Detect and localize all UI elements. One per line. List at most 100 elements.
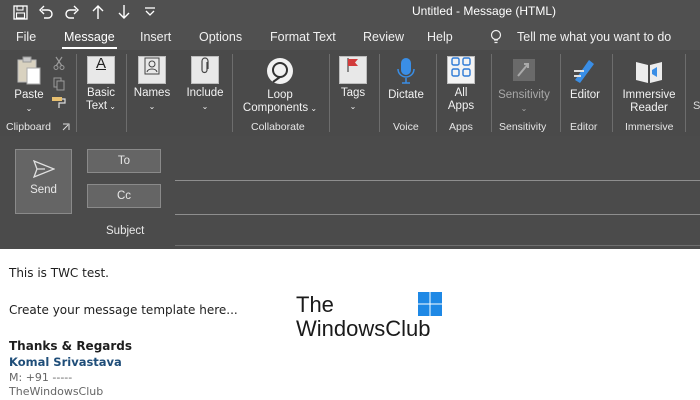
lightbulb-icon <box>490 29 502 44</box>
all-apps-label-1: All <box>454 87 468 99</box>
group-voice-label: Voice <box>393 121 419 133</box>
ribbon-overflow-indicator[interactable]: S <box>693 100 700 112</box>
basic-text-button[interactable]: A Basic Text ⌄ <box>84 56 118 113</box>
immersive-reader-button[interactable]: Immersive Reader <box>618 56 680 115</box>
ribbon-separator <box>126 54 127 132</box>
tags-button[interactable]: Tags ⌄ <box>336 56 370 113</box>
body-line-2: Create your message template here... <box>9 303 238 317</box>
names-label: Names <box>133 87 171 99</box>
basic-text-label-2: Text <box>85 100 108 112</box>
ribbon-separator <box>685 54 686 132</box>
all-apps-label-2: Apps <box>447 100 475 112</box>
signature-regards: Thanks & Regards <box>9 339 133 353</box>
tab-options[interactable]: Options <box>199 30 242 44</box>
up-arrow-icon[interactable] <box>88 2 108 22</box>
title-bar: Untitled - Message (HTML) <box>0 0 700 24</box>
menu-tabs: File Message Insert Options Format Text … <box>0 24 700 50</box>
tab-help[interactable]: Help <box>427 30 453 44</box>
send-button[interactable]: Send <box>15 149 72 214</box>
message-body[interactable]: This is TWC test. Create your message te… <box>0 249 700 400</box>
microphone-icon <box>397 58 415 84</box>
signature-company: TheWindowsClub <box>9 385 104 398</box>
to-label: To <box>117 155 131 167</box>
names-button[interactable]: Names ⌄ <box>133 56 171 113</box>
group-collaborate-label: Collaborate <box>251 121 305 133</box>
redo-icon[interactable] <box>62 2 82 22</box>
ribbon-separator <box>560 54 561 132</box>
chevron-down-icon: ⌄ <box>520 104 528 113</box>
group-apps-label: Apps <box>449 121 473 133</box>
signature-name: Komal Srivastava <box>9 355 122 369</box>
group-editor-label: Editor <box>570 121 598 133</box>
ribbon-separator <box>379 54 380 132</box>
windows-logo-icon <box>418 292 442 316</box>
logo-text-the: The <box>296 292 334 317</box>
tab-insert[interactable]: Insert <box>140 30 171 44</box>
chevron-down-icon: ⌄ <box>201 102 209 111</box>
compose-header: Send To Cc Subject <box>0 136 700 249</box>
paste-label: Paste <box>14 89 44 101</box>
paperclip-icon <box>191 56 219 84</box>
paste-button[interactable]: Paste ⌄ <box>12 56 46 115</box>
include-button[interactable]: Include ⌄ <box>184 56 226 113</box>
loop-components-button[interactable]: Loop Components ⌄ <box>238 56 322 115</box>
chevron-down-icon: ⌄ <box>25 104 33 113</box>
format-painter-icon[interactable] <box>51 96 67 110</box>
editor-label: Editor <box>569 89 601 101</box>
window-title: Untitled - Message (HTML) <box>412 4 557 18</box>
logo-text-windowsclub: WindowsClub <box>296 316 431 341</box>
cc-field[interactable] <box>175 214 700 215</box>
sensitivity-button[interactable]: Sensitivity ⌄ <box>496 56 552 115</box>
subject-label: Subject <box>106 225 145 237</box>
chevron-down-icon: ⌄ <box>148 102 156 111</box>
ribbon-separator <box>436 54 437 132</box>
dialog-launcher-icon[interactable] <box>62 123 70 131</box>
ribbon-separator <box>232 54 233 132</box>
ribbon: Paste ⌄ Clipboard A Basic Text ⌄ Names ⌄… <box>0 50 700 136</box>
tab-message[interactable]: Message <box>62 30 117 49</box>
tags-label: Tags <box>340 87 366 99</box>
sensitivity-label: Sensitivity <box>498 89 550 101</box>
dictate-label: Dictate <box>388 89 424 101</box>
copy-icon[interactable] <box>53 77 65 91</box>
tab-format-text[interactable]: Format Text <box>270 30 336 44</box>
tab-file[interactable]: File <box>16 30 36 44</box>
basic-text-label-1: Basic <box>86 87 116 99</box>
loop-label-1: Loop <box>267 89 293 101</box>
signature-phone: M: +91 ----- <box>9 371 73 384</box>
ribbon-separator <box>491 54 492 132</box>
tab-review[interactable]: Review <box>363 30 404 44</box>
loop-icon <box>267 58 293 84</box>
cc-label: Cc <box>116 190 132 202</box>
font-a-icon: A <box>87 56 115 84</box>
to-field[interactable] <box>175 180 700 181</box>
send-icon <box>32 160 55 178</box>
chevron-down-icon: ⌄ <box>349 102 357 111</box>
all-apps-button[interactable]: All Apps <box>444 56 478 113</box>
include-label: Include <box>186 87 224 99</box>
ribbon-separator <box>612 54 613 132</box>
immersive-label-2: Reader <box>630 102 668 114</box>
editor-button[interactable]: Editor <box>566 56 604 102</box>
send-label: Send <box>30 184 57 196</box>
cc-button[interactable]: Cc <box>87 184 161 208</box>
immersive-reader-icon <box>636 62 662 83</box>
quick-access-toolbar <box>10 2 160 22</box>
customize-icon[interactable] <box>140 2 160 22</box>
group-immersive-label: Immersive <box>625 121 674 133</box>
dictate-button[interactable]: Dictate <box>386 56 426 102</box>
clipboard-icon <box>17 56 41 85</box>
ribbon-separator <box>329 54 330 132</box>
tell-me-search[interactable]: Tell me what you want to do <box>517 30 671 44</box>
immersive-label-1: Immersive <box>622 89 676 101</box>
down-arrow-icon[interactable] <box>114 2 134 22</box>
cut-icon[interactable] <box>53 56 65 70</box>
loop-label-2: Components <box>242 102 309 114</box>
ribbon-separator <box>76 54 77 132</box>
undo-icon[interactable] <box>36 2 56 22</box>
subject-field[interactable] <box>175 245 700 246</box>
to-button[interactable]: To <box>87 149 161 173</box>
group-clipboard-label: Clipboard <box>6 121 51 133</box>
sensitivity-label-icon <box>513 59 535 81</box>
save-icon[interactable] <box>10 2 30 22</box>
